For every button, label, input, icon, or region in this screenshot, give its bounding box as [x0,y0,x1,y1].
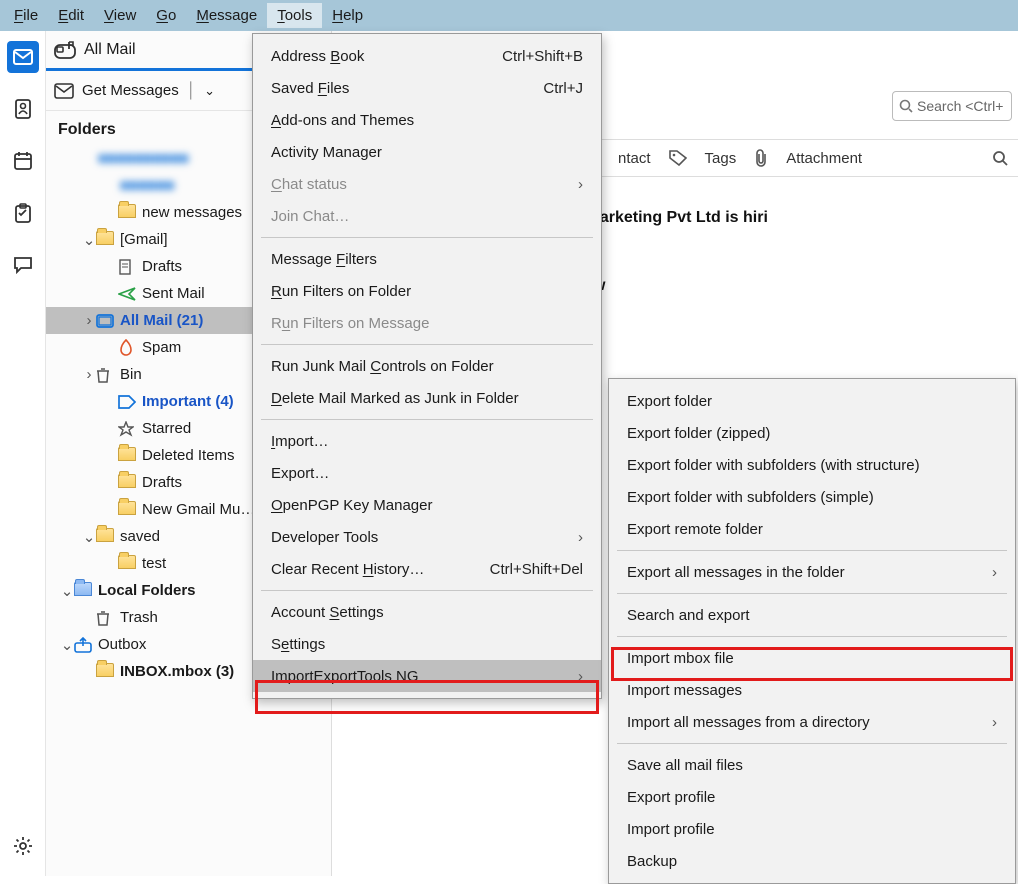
menu-item[interactable]: Add-ons and Themes [253,104,601,136]
chevron-down-icon[interactable]: ⌄ [204,83,215,99]
menu-item[interactable]: Import all messages from a directory› [609,706,1015,738]
menu-item[interactable]: Message Filters [253,243,601,275]
attachment-icon [754,149,768,167]
filter-tags[interactable]: Tags [705,150,737,167]
menu-item[interactable]: Account Settings [253,596,601,628]
filter-contact[interactable]: ntact [618,150,651,167]
highlight-box-2 [611,647,1013,681]
menu-item[interactable]: Run Junk Mail Controls on Folder [253,350,601,382]
menu-item[interactable]: Search and export [609,599,1015,631]
menu-item[interactable]: Activity Manager [253,136,601,168]
chat-icon[interactable] [7,249,39,281]
mailbox-icon [54,41,76,59]
highlight-box-1 [255,680,599,714]
menu-view[interactable]: View [94,3,146,28]
calendar-icon[interactable] [7,145,39,177]
menu-item[interactable]: Address BookCtrl+Shift+B [253,40,601,72]
menu-item[interactable]: Settings [253,628,601,660]
filter-attachment[interactable]: Attachment [786,150,862,167]
menu-item: Run Filters on Message [253,307,601,339]
mail-icon[interactable] [7,41,39,73]
menu-item[interactable]: Export profile [609,781,1015,813]
menu-item[interactable]: Clear Recent History…Ctrl+Shift+Del [253,553,601,585]
menu-file[interactable]: File [4,3,48,28]
tab-label: All Mail [84,41,136,59]
menubar[interactable]: FileEditViewGoMessageToolsHelp [0,0,1018,31]
menu-item: Chat status› [253,168,601,200]
menu-help[interactable]: Help [322,3,373,28]
import-export-submenu[interactable]: Export folderExport folder (zipped)Expor… [608,378,1016,884]
contacts-icon[interactable] [7,93,39,125]
menu-item[interactable]: OpenPGP Key Manager [253,489,601,521]
tags-icon [669,150,687,166]
tools-menu[interactable]: Address BookCtrl+Shift+BSaved FilesCtrl+… [252,33,602,699]
menu-item[interactable]: Export folder (zipped) [609,417,1015,449]
menu-item[interactable]: Developer Tools› [253,521,601,553]
menu-tools[interactable]: Tools [267,3,322,28]
menu-item[interactable]: Saved FilesCtrl+J [253,72,601,104]
menu-item[interactable]: Delete Mail Marked as Junk in Folder [253,382,601,414]
settings-gear-icon[interactable] [7,830,39,862]
menu-item[interactable]: Import profile [609,813,1015,845]
menu-item[interactable]: Run Filters on Folder [253,275,601,307]
menu-item[interactable]: Save all mail files [609,749,1015,781]
get-messages-button[interactable]: Get Messages [82,82,179,99]
get-messages-icon [54,83,74,99]
search-placeholder: Search <Ctrl+ [917,98,1003,114]
menu-edit[interactable]: Edit [48,3,94,28]
search-icon[interactable] [992,150,1008,166]
menu-item[interactable]: Export folder with subfolders (simple) [609,481,1015,513]
menu-item[interactable]: Import… [253,425,601,457]
menu-go[interactable]: Go [146,3,186,28]
menu-message[interactable]: Message [186,3,267,28]
menu-item[interactable]: Export folder [609,385,1015,417]
menu-item: Join Chat… [253,200,601,232]
activity-bar [0,31,46,876]
menu-item[interactable]: Backup [609,845,1015,877]
tasks-icon[interactable] [7,197,39,229]
menu-item[interactable]: Export remote folder [609,513,1015,545]
menu-item[interactable]: Export folder with subfolders (with stru… [609,449,1015,481]
menu-item[interactable]: Export all messages in the folder› [609,556,1015,588]
menu-item[interactable]: Export… [253,457,601,489]
search-input[interactable]: Search <Ctrl+ [892,91,1012,121]
